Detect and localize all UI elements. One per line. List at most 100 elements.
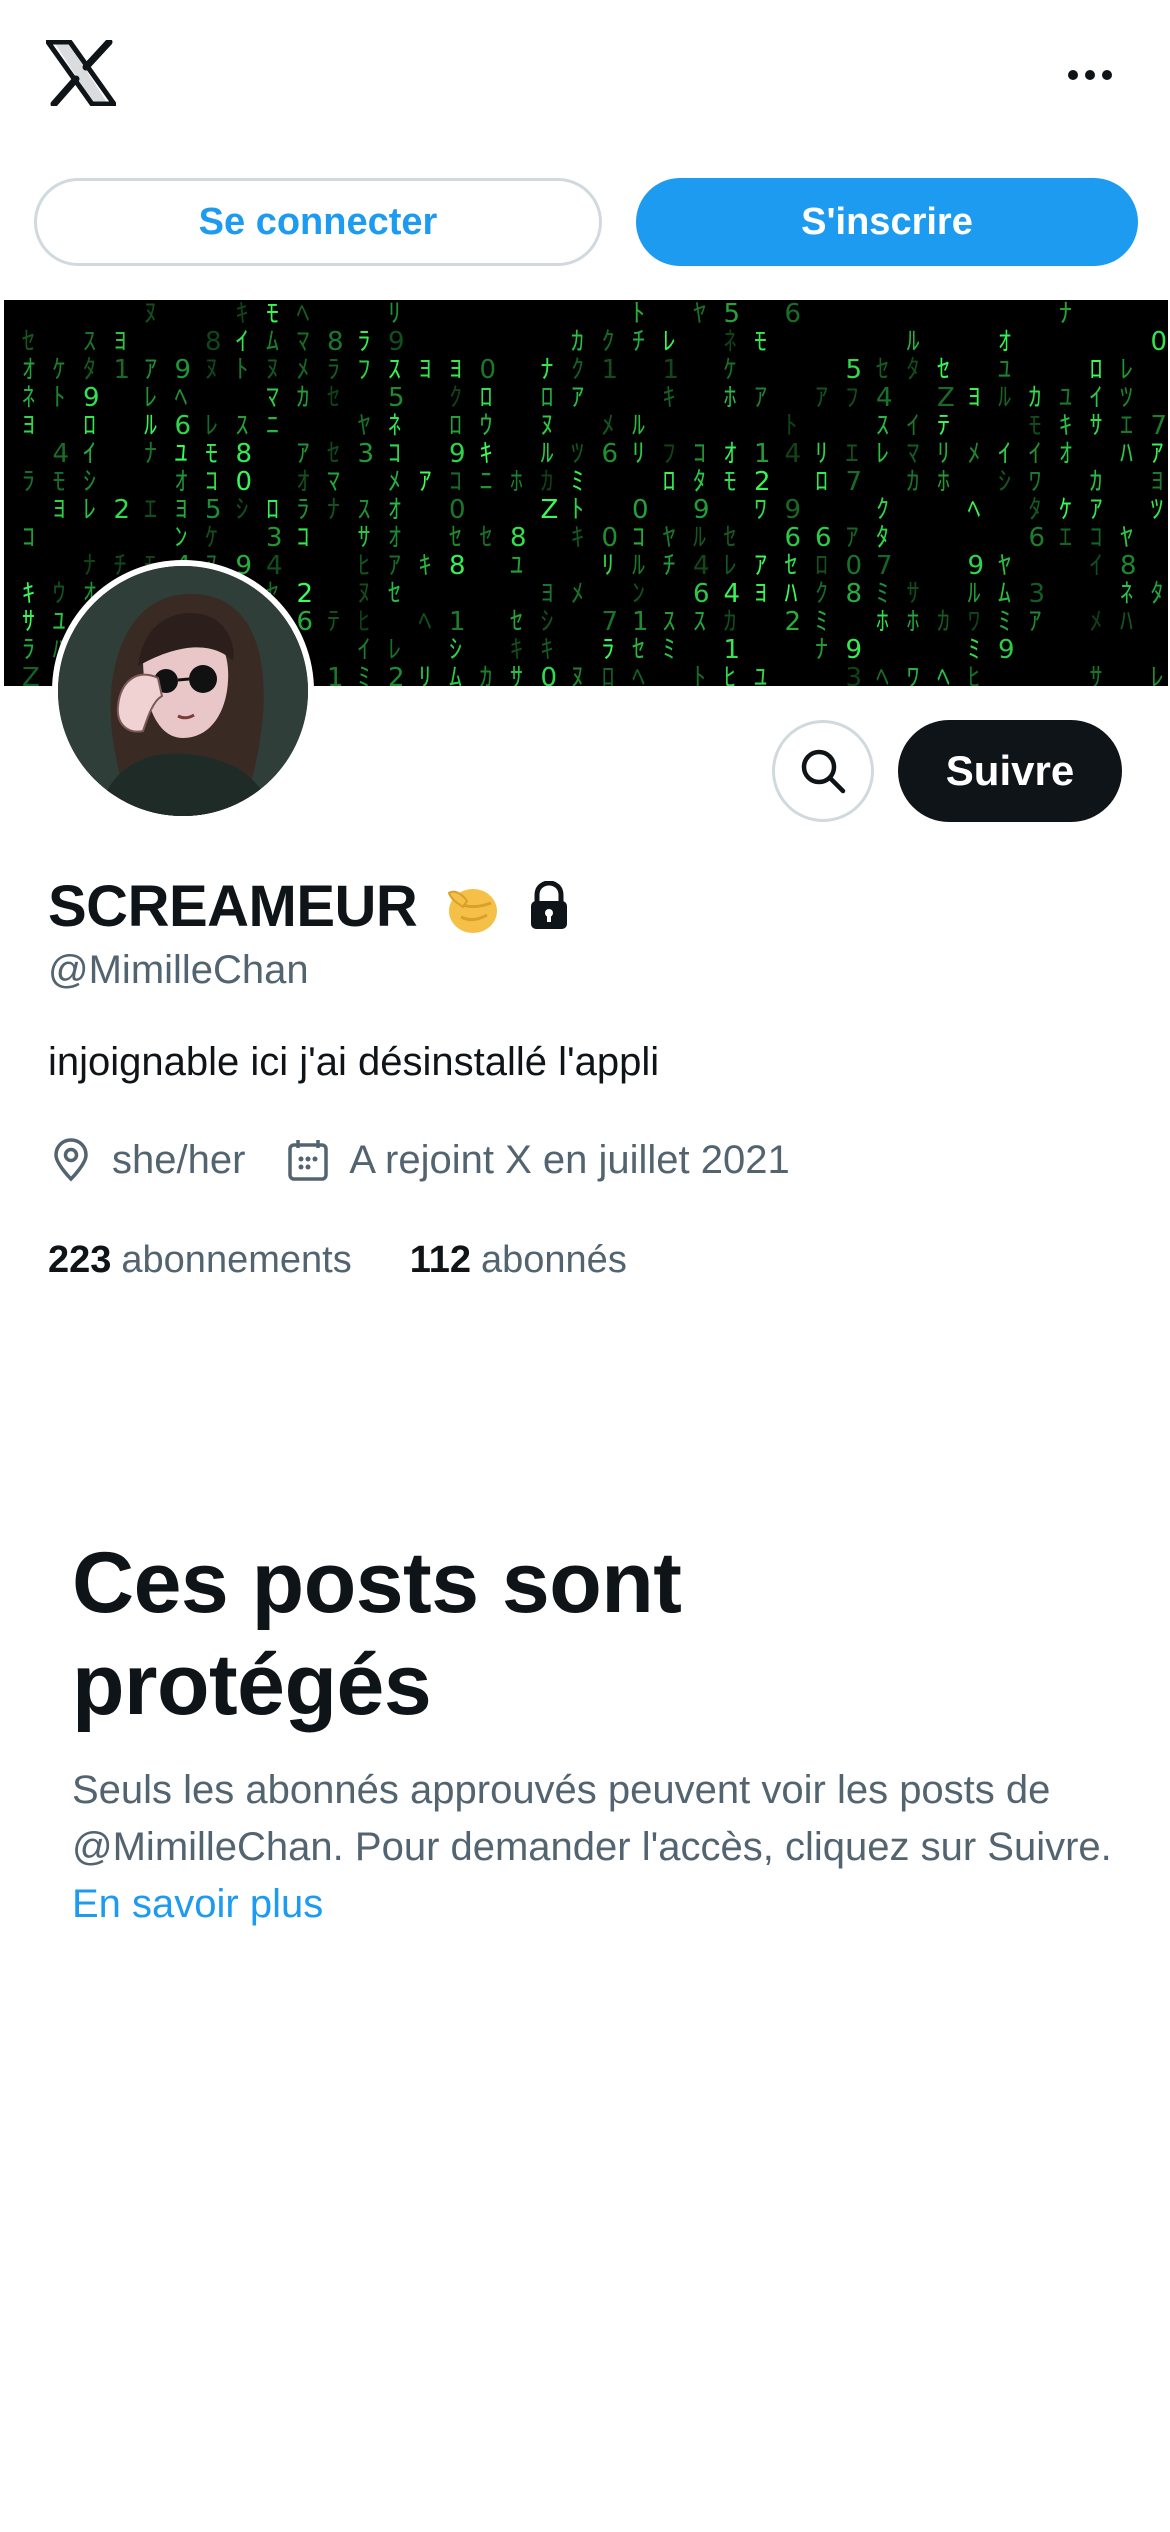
banner-glyph: ｽ <box>876 411 889 441</box>
protected-posts-description: Seuls les abonnés approuvés peuvent voir… <box>72 1762 1122 1933</box>
banner-glyph: 5 <box>205 495 222 525</box>
banner-glyph: ｱ <box>1090 495 1103 525</box>
banner-glyph: 5 <box>846 355 863 385</box>
banner-glyph: ｱ <box>571 383 584 413</box>
banner-glyph: ｷ <box>480 439 493 469</box>
banner-glyph: ﾁ <box>663 551 676 581</box>
banner-glyph: ｾ <box>22 327 35 357</box>
banner-glyph: ｱ <box>388 551 401 581</box>
banner-glyph: ｸ <box>449 383 462 413</box>
banner-glyph: ｼ <box>449 635 462 665</box>
banner-glyph: ｷ <box>236 300 249 329</box>
banner-glyph: 9 <box>785 495 802 525</box>
banner-glyph: 6 <box>785 523 802 553</box>
banner-glyph: ﾇ <box>144 300 157 329</box>
banner-glyph: 2 <box>785 607 802 637</box>
banner-glyph: ﾈ <box>22 383 35 413</box>
banner-glyph: ﾅ <box>815 635 828 665</box>
banner-glyph: ﾂ <box>1120 383 1133 413</box>
banner-glyph: ﾓ <box>754 327 767 357</box>
banner-glyph: ﾇ <box>358 579 371 609</box>
banner-glyph: ﾎ <box>510 467 523 497</box>
banner-glyph: ﾅ <box>541 355 554 385</box>
banner-glyph: ｾ <box>510 607 523 637</box>
avatar[interactable] <box>52 560 314 822</box>
banner-glyph: ｾ <box>388 579 401 609</box>
banner-glyph: 1 <box>663 355 680 385</box>
banner-glyph: ｹ <box>53 355 66 385</box>
signup-button[interactable]: S'inscrire <box>636 178 1138 266</box>
banner-glyph: ﾒ <box>571 579 584 609</box>
banner-glyph: ﾁ <box>632 327 645 357</box>
banner-glyph: ﾒ <box>388 467 401 497</box>
banner-glyph: 4 <box>785 439 802 469</box>
learn-more-link[interactable]: En savoir plus <box>72 1882 323 1926</box>
profile-stats: 223 abonnements 112 abonnés <box>48 1232 627 1288</box>
search-profile-button[interactable] <box>772 720 874 822</box>
banner-glyph: ﾌ <box>663 439 676 469</box>
banner-glyph: ｲ <box>236 327 249 357</box>
banner-glyph: ﾓ <box>53 467 66 497</box>
banner-glyph: ｵ <box>388 495 401 525</box>
banner-glyph: ﾄ <box>53 383 66 413</box>
banner-glyph: ｱ <box>1151 439 1164 469</box>
banner-glyph: ﾛ <box>541 383 554 413</box>
following-link[interactable]: 223 abonnements <box>48 1239 352 1282</box>
banner-glyph: ﾚ <box>205 411 218 441</box>
banner-glyph: ﾄ <box>785 411 798 441</box>
banner-glyph: Z <box>541 495 559 525</box>
banner-glyph: ﾈ <box>1120 579 1133 609</box>
banner-glyph: ﾏ <box>907 439 920 469</box>
banner-glyph: ｵ <box>175 467 188 497</box>
banner-glyph: ﾇ <box>266 355 279 385</box>
banner-glyph: 9 <box>998 635 1015 665</box>
banner-glyph: ﾖ <box>754 579 767 609</box>
banner-glyph: ﾅ <box>1059 300 1072 329</box>
x-logo-icon[interactable] <box>43 38 119 108</box>
banner-glyph: ﾕ <box>754 663 767 686</box>
banner-glyph: ﾜ <box>1029 467 1042 497</box>
banner-glyph: ﾑ <box>998 579 1011 609</box>
banner-glyph: ｱ <box>754 551 767 581</box>
banner-glyph: ﾐ <box>358 663 371 686</box>
banner-glyph: ｱ <box>754 383 767 413</box>
banner-glyph: 9 <box>449 439 466 469</box>
protected-title-line2: protégés <box>72 1637 432 1733</box>
login-button[interactable]: Se connecter <box>34 178 602 266</box>
banner-glyph: ﾖ <box>419 355 432 385</box>
banner-glyph: 5 <box>724 300 741 329</box>
banner-glyph: ﾗ <box>297 495 310 525</box>
banner-glyph: ﾐ <box>968 635 981 665</box>
banner-glyph: 8 <box>510 523 527 553</box>
avatar-image <box>58 566 308 816</box>
banner-glyph: ﾐ <box>815 607 828 637</box>
banner-glyph: ｽ <box>358 495 371 525</box>
banner-glyph: ﾀ <box>907 355 920 385</box>
follow-button[interactable]: Suivre <box>898 720 1122 822</box>
banner-glyph: ﾖ <box>1151 467 1164 497</box>
banner-glyph: ﾀ <box>693 467 706 497</box>
more-horizontal-icon <box>1068 70 1112 80</box>
profile-handle: @MimilleChan <box>48 948 309 992</box>
banner-glyph: ﾅ <box>327 495 340 525</box>
more-options-button[interactable] <box>1050 50 1130 100</box>
banner-glyph: ﾂ <box>571 439 584 469</box>
banner-glyph: ﾂ <box>1151 495 1164 525</box>
profile-location: she/her <box>112 1137 246 1182</box>
banner-glyph: ﾛ <box>1090 355 1103 385</box>
banner-glyph: 1 <box>724 635 741 665</box>
location-pin-icon <box>54 1138 88 1182</box>
banner-glyph: ﾌ <box>846 383 859 413</box>
followers-link[interactable]: 112 abonnés <box>410 1239 627 1282</box>
banner-glyph: ﾍ <box>632 663 645 686</box>
banner-glyph: ｱ <box>144 355 157 385</box>
banner-glyph: ﾊ <box>785 579 798 609</box>
banner-glyph: 4 <box>53 439 70 469</box>
banner-glyph: ﾗ <box>358 327 371 357</box>
lock-icon <box>531 881 568 929</box>
banner-glyph: ｾ <box>876 355 889 385</box>
banner-glyph: ｶ <box>1090 467 1103 497</box>
banner-glyph: ﾕ <box>1059 383 1072 413</box>
banner-glyph: ｼ <box>83 467 96 497</box>
banner-glyph: 3 <box>846 663 863 686</box>
